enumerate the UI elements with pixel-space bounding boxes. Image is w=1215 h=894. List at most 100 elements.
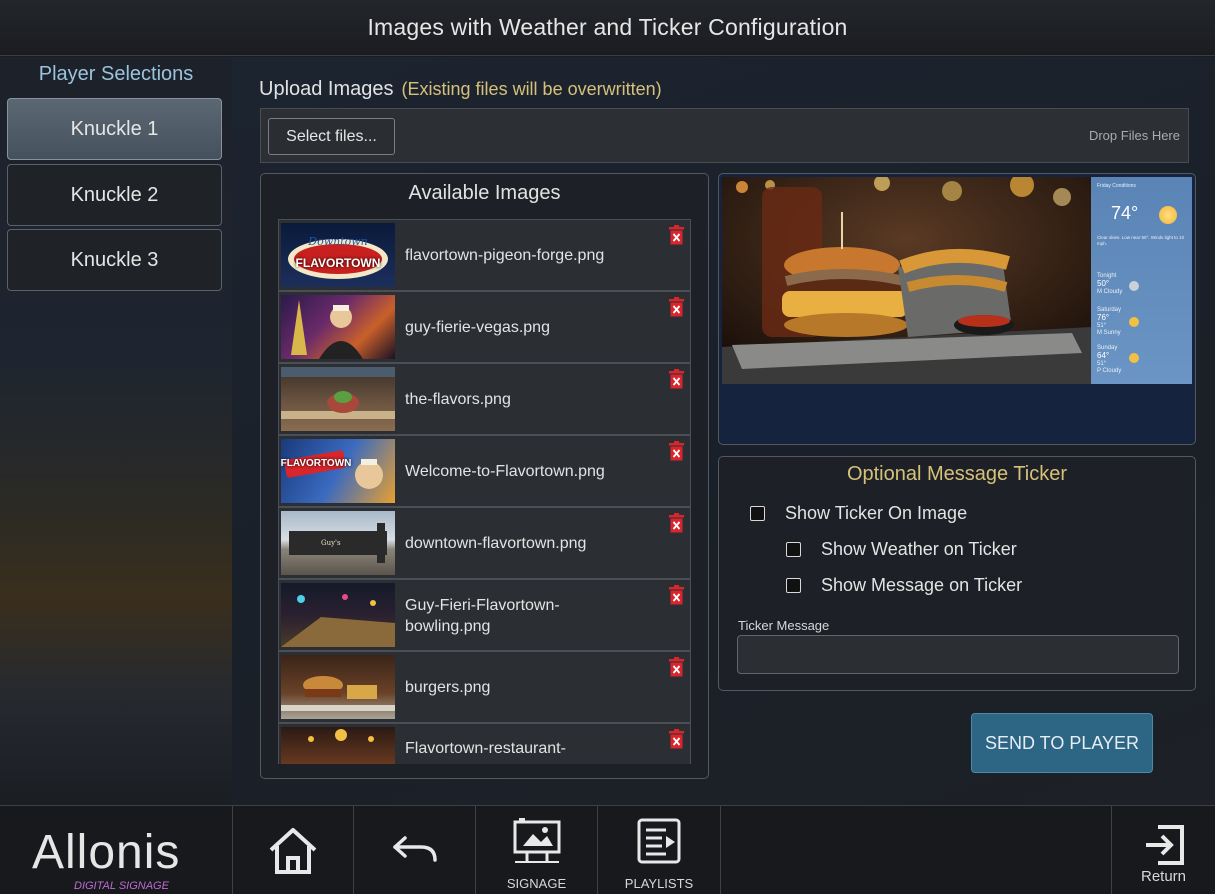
available-images-panel: Available Images Downtown FLAVORTOWN fla… xyxy=(260,173,709,779)
image-file-name: burgers.png xyxy=(405,679,491,696)
thumbnail-caption xyxy=(281,511,395,575)
image-file-name: guy-fierie-vegas.png xyxy=(405,319,550,336)
delete-trash-icon[interactable] xyxy=(668,297,685,317)
playlist-icon xyxy=(637,818,681,864)
player-button-knuckle-1[interactable]: Knuckle 1 xyxy=(7,98,222,160)
delete-trash-icon[interactable] xyxy=(668,513,685,533)
thumbnail-caption xyxy=(281,367,395,431)
show-message-label: Show Message on Ticker xyxy=(821,575,1023,595)
show-weather-row[interactable]: Show Weather on Ticker xyxy=(786,539,1017,560)
signage-label: SIGNAGE xyxy=(506,876,567,891)
image-thumbnail xyxy=(281,727,395,764)
upload-heading: Upload Images (Existing files will be ove… xyxy=(259,78,662,101)
home-nav-button[interactable] xyxy=(233,806,354,894)
delete-trash-icon[interactable] xyxy=(668,729,685,749)
player-button-knuckle-2[interactable]: Knuckle 2 xyxy=(7,164,222,226)
image-thumbnail: Downtown FLAVORTOWN xyxy=(281,223,395,287)
allonis-logo: Allonis DIGITAL SIGNAGE xyxy=(32,826,202,893)
return-nav-button[interactable]: Return xyxy=(1111,806,1215,894)
image-file-name: Flavortown-restaurant- xyxy=(405,740,566,757)
image-file-name: downtown-flavortown.png xyxy=(405,535,587,552)
image-list-item[interactable]: FLAVORTOWN Welcome-to-Flavortown.png xyxy=(278,435,691,507)
signage-billboard-icon xyxy=(513,818,560,863)
show-weather-label: Show Weather on Ticker xyxy=(821,539,1017,559)
home-icon xyxy=(269,828,317,874)
weather-day-cond: P Cloudy xyxy=(1097,368,1122,374)
back-arrow-icon xyxy=(392,836,437,862)
weather-day: Saturday 76° 51° M Sunny xyxy=(1097,307,1121,337)
thumbnail-caption: FLAVORTOWN xyxy=(281,457,352,469)
message-ticker-panel: Optional Message Ticker Show Ticker On I… xyxy=(718,456,1196,691)
available-images-title: Available Images xyxy=(408,182,561,204)
thumbnail-caption xyxy=(281,727,395,764)
image-list-item[interactable]: guy-fierie-vegas.png xyxy=(278,291,691,363)
drop-files-hint: Drop Files Here xyxy=(1088,128,1180,143)
return-label: Return xyxy=(1140,868,1187,885)
weather-desc: Clear skies. Low near 50°. Winds light t… xyxy=(1097,235,1185,246)
delete-trash-icon[interactable] xyxy=(668,369,685,389)
show-ticker-checkbox[interactable] xyxy=(750,506,765,521)
cloud-icon xyxy=(1129,281,1139,291)
image-thumbnail: Guy's xyxy=(281,511,395,575)
weather-day-cond: M Sunny xyxy=(1097,330,1121,336)
show-ticker-label: Show Ticker On Image xyxy=(785,503,968,523)
weather-day: Tonight 50° M Cloudy xyxy=(1097,273,1122,296)
image-list-item[interactable]: Flavortown-restaurant- xyxy=(278,723,691,764)
ticker-message-label: Ticker Message xyxy=(738,618,830,633)
select-files-button[interactable]: Select files... xyxy=(268,118,395,155)
logo-subtitle: DIGITAL SIGNAGE xyxy=(74,880,169,892)
exit-return-icon xyxy=(1145,825,1184,865)
image-thumbnail xyxy=(281,295,395,359)
image-list-item[interactable]: Guy-Fieri-Flavortown-bowling.png xyxy=(278,579,691,651)
thumbnail-caption xyxy=(281,583,395,647)
thumbnail-caption xyxy=(281,295,395,359)
back-nav-button[interactable] xyxy=(354,806,476,894)
sun-icon xyxy=(1159,206,1177,224)
image-list-item[interactable]: the-flavors.png xyxy=(278,363,691,435)
file-dropzone[interactable]: Select files... Drop Files Here xyxy=(260,108,1189,163)
image-preview: Friday Conditions 74° Clear skies. Low n… xyxy=(718,173,1196,445)
image-list[interactable]: Downtown FLAVORTOWN flavortown-pigeon-fo… xyxy=(278,219,691,764)
image-thumbnail xyxy=(281,367,395,431)
delete-trash-icon[interactable] xyxy=(668,657,685,677)
player-button-knuckle-3[interactable]: Knuckle 3 xyxy=(7,229,222,291)
logo-text: Allonis xyxy=(32,826,181,879)
weather-overlay: Friday Conditions 74° Clear skies. Low n… xyxy=(1091,177,1192,384)
delete-trash-icon[interactable] xyxy=(668,225,685,245)
upload-label: Upload Images xyxy=(259,78,394,100)
page-title: Images with Weather and Ticker Configura… xyxy=(0,0,1215,56)
main-content: Upload Images (Existing files will be ove… xyxy=(232,57,1215,805)
image-list-item[interactable]: Downtown FLAVORTOWN flavortown-pigeon-fo… xyxy=(278,219,691,291)
image-list-item[interactable]: burgers.png xyxy=(278,651,691,723)
weather-day-low: 51° xyxy=(1097,323,1107,329)
signage-nav-button[interactable]: SIGNAGE xyxy=(476,806,598,894)
image-list-item[interactable]: Guy's downtown-flavortown.png xyxy=(278,507,691,579)
show-message-checkbox[interactable] xyxy=(786,578,801,593)
weather-day: Sunday 64° 51° P Cloudy xyxy=(1097,345,1121,375)
weather-temp: 74° xyxy=(1111,203,1139,223)
weather-day-cond: M Cloudy xyxy=(1097,289,1123,295)
image-thumbnail xyxy=(281,583,395,647)
ticker-message-input[interactable] xyxy=(737,635,1179,674)
sun-icon xyxy=(1129,317,1139,327)
delete-trash-icon[interactable] xyxy=(668,441,685,461)
delete-trash-icon[interactable] xyxy=(668,585,685,605)
weather-day-temp: 64° xyxy=(1097,351,1110,360)
show-ticker-row[interactable]: Show Ticker On Image xyxy=(750,503,967,524)
playlists-nav-button[interactable]: PLAYLISTS xyxy=(598,806,721,894)
weather-day-temp: 50° xyxy=(1097,279,1110,288)
image-file-name: Welcome-to-Flavortown.png xyxy=(405,463,605,480)
weather-header: Friday Conditions xyxy=(1097,183,1136,189)
image-file-name: Guy-Fieri-Flavortown-bowling.png xyxy=(405,597,560,635)
show-message-row[interactable]: Show Message on Ticker xyxy=(786,575,1022,596)
ticker-title: Optional Message Ticker xyxy=(846,463,1068,485)
show-weather-checkbox[interactable] xyxy=(786,542,801,557)
send-to-player-button[interactable]: SEND TO PLAYER xyxy=(971,713,1153,773)
preview-photo xyxy=(722,177,1091,384)
partly-cloudy-icon xyxy=(1129,353,1139,363)
image-thumbnail xyxy=(281,655,395,719)
image-thumbnail: FLAVORTOWN xyxy=(281,439,395,503)
bottom-nav: Allonis DIGITAL SIGNAGE SIGNAGE PLAYLIST… xyxy=(0,805,1215,894)
thumbnail-caption: FLAVORTOWN xyxy=(295,256,381,270)
weather-day-temp: 76° xyxy=(1097,313,1110,322)
